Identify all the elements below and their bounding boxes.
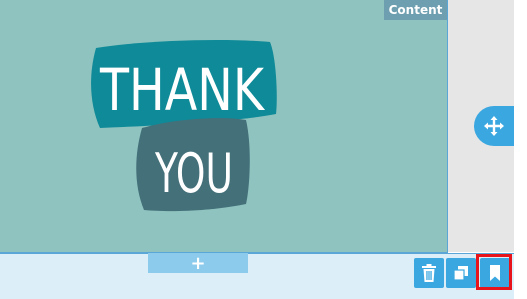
- content-tab-label: Content: [384, 0, 447, 20]
- trash-icon: [422, 264, 436, 282]
- thank-text: THANK: [99, 56, 265, 124]
- thank-you-image: THANK YOU: [91, 40, 277, 212]
- move-handle[interactable]: [474, 106, 514, 146]
- highlight-frame: [476, 254, 512, 290]
- add-block-button[interactable]: +: [148, 253, 248, 274]
- move-arrows-icon: [484, 116, 504, 136]
- email-editor-canvas: THANK YOU Content +: [0, 0, 527, 299]
- delete-block-button[interactable]: [414, 258, 444, 288]
- duplicate-block-button[interactable]: [446, 258, 476, 288]
- duplicate-icon: [453, 266, 468, 281]
- content-block[interactable]: THANK YOU: [0, 0, 448, 253]
- you-text: YOU: [154, 142, 233, 205]
